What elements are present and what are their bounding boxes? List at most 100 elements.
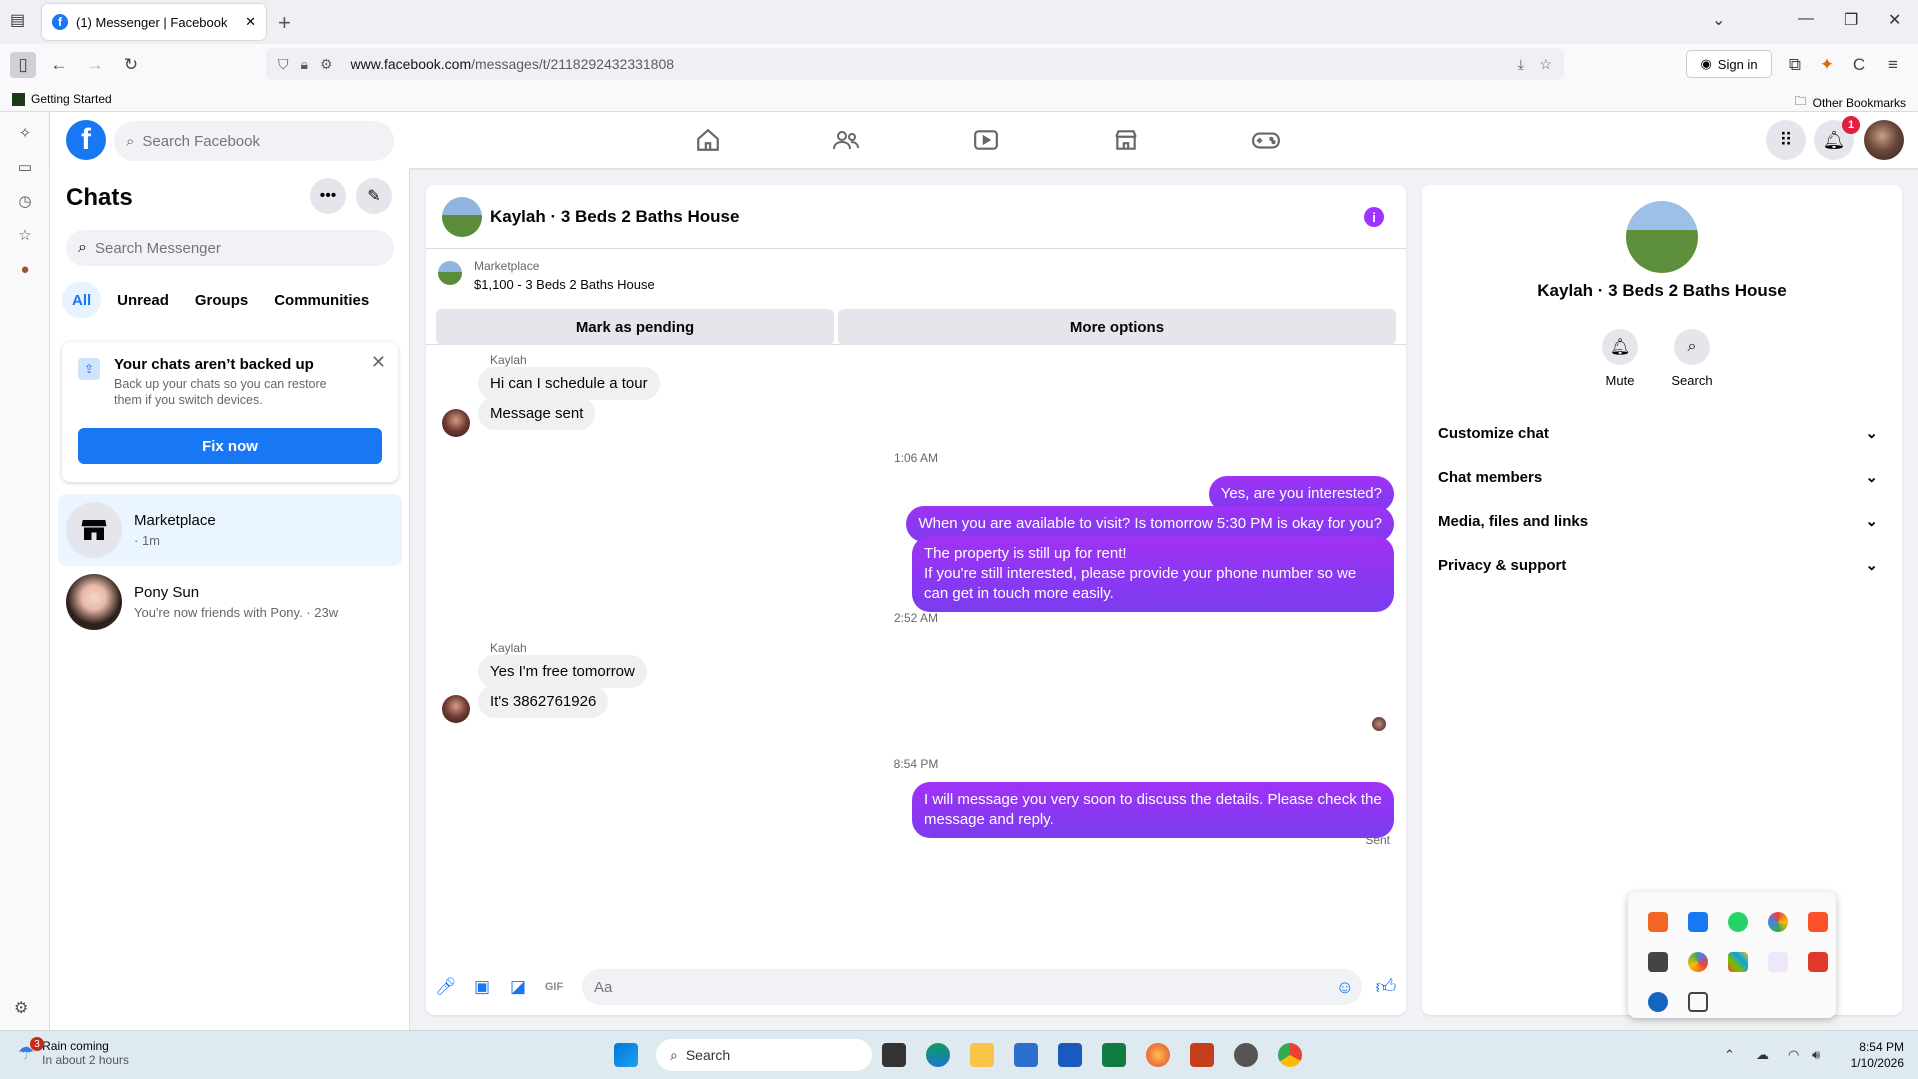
section-media-files-links[interactable]: Media, files and links ⌄ xyxy=(1438,499,1886,543)
sticker-icon[interactable]: ◪ xyxy=(506,975,530,999)
close-tab-icon[interactable]: ✕ xyxy=(245,14,256,30)
extension-c-icon[interactable]: C xyxy=(1846,52,1872,78)
incoming-message[interactable]: It's 3862761926 xyxy=(478,685,609,718)
search-action[interactable]: ⌕ Search xyxy=(1662,329,1722,388)
new-tab-icon[interactable]: + xyxy=(278,10,291,36)
browser-tab[interactable]: f (1) Messenger | Facebook ✕ xyxy=(42,4,266,40)
whatsapp-icon[interactable] xyxy=(1728,912,1748,932)
chrome-icon[interactable] xyxy=(1278,1043,1302,1067)
mark-as-pending-button[interactable]: Mark as pending xyxy=(436,309,834,345)
tray-security-icon[interactable] xyxy=(1648,992,1668,1012)
shield-icon[interactable]: ⛉ xyxy=(278,56,289,73)
close-window-icon[interactable]: ✕ xyxy=(1888,10,1901,30)
avatar[interactable] xyxy=(442,197,482,237)
thumbs-up-icon[interactable]: 👍︎ xyxy=(1374,975,1398,999)
history-icon[interactable]: ◷ xyxy=(14,190,36,212)
mute-action[interactable]: 🔔︎ Mute xyxy=(1590,329,1650,388)
cookie-extension-icon[interactable]: ● xyxy=(14,258,36,280)
outgoing-message[interactable]: I will message you very soon to discuss … xyxy=(912,782,1394,838)
excel-icon[interactable] xyxy=(1102,1043,1126,1067)
friends-nav-icon[interactable] xyxy=(826,122,866,158)
info-icon[interactable]: i xyxy=(1364,207,1384,227)
filter-communities[interactable]: Communities xyxy=(264,282,379,318)
chevron-up-icon[interactable]: ⌃ xyxy=(1724,1047,1735,1063)
close-icon[interactable]: ✕ xyxy=(371,352,386,373)
synced-tabs-icon[interactable]: ▭ xyxy=(14,156,36,178)
outgoing-message[interactable]: The property is still up for rent! If yo… xyxy=(912,536,1394,612)
section-customize-chat[interactable]: Customize chat ⌄ xyxy=(1438,411,1886,455)
fix-now-button[interactable]: Fix now xyxy=(78,428,382,464)
app-icon[interactable] xyxy=(1234,1043,1258,1067)
tray-pen-icon[interactable] xyxy=(1768,952,1788,972)
tray-color-icon[interactable] xyxy=(1768,912,1788,932)
incoming-message[interactable]: Hi can I schedule a tour xyxy=(478,367,660,400)
tab-dropdown-icon[interactable]: ⌄ xyxy=(1712,10,1725,30)
permissions-icon[interactable]: ⚙ xyxy=(320,56,333,73)
gaming-nav-icon[interactable] xyxy=(1246,122,1286,158)
menu-grid-icon[interactable]: ⠿ xyxy=(1766,120,1806,160)
new-message-icon[interactable]: ✎ xyxy=(356,178,392,214)
restore-icon[interactable]: ❐ xyxy=(1844,10,1858,30)
messenger-search[interactable]: ⌕ xyxy=(66,230,394,266)
more-options-button[interactable]: More options xyxy=(838,309,1396,345)
forward-icon[interactable]: → xyxy=(82,52,108,78)
powerpoint-icon[interactable] xyxy=(1190,1043,1214,1067)
filter-all[interactable]: All xyxy=(62,282,102,318)
wifi-icon[interactable]: ◠ xyxy=(1788,1047,1799,1063)
url-bar[interactable]: ⛉ 🔒︎ ⚙ www.facebook.com/messages/t/21182… xyxy=(266,48,1564,80)
tray-info-icon[interactable] xyxy=(1688,912,1708,932)
marketplace-nav-icon[interactable] xyxy=(1106,122,1146,158)
photo-icon[interactable]: ▣ xyxy=(470,975,494,999)
extension-brave-icon[interactable]: ✦ xyxy=(1814,52,1840,78)
tab-list-icon[interactable]: ▤ xyxy=(10,10,25,30)
ai-chatbot-icon[interactable]: ✧ xyxy=(14,122,36,144)
chat-item-pony-sun[interactable]: Pony Sun You're now friends with Pony. ·… xyxy=(58,566,402,638)
sidebar-settings-icon[interactable]: ⚙ xyxy=(14,998,28,1018)
sign-in-button[interactable]: ◉ Sign in xyxy=(1686,50,1772,78)
minimize-icon[interactable]: — xyxy=(1798,10,1814,28)
section-privacy-support[interactable]: Privacy & support ⌄ xyxy=(1438,543,1886,587)
taskbar-search[interactable]: ⌕ Search xyxy=(656,1039,872,1071)
store-icon[interactable] xyxy=(1014,1043,1038,1067)
facebook-search[interactable]: ⌕ xyxy=(114,121,394,161)
avatar[interactable] xyxy=(1626,201,1698,273)
filter-groups[interactable]: Groups xyxy=(185,282,258,318)
edge-icon[interactable] xyxy=(926,1043,950,1067)
video-nav-icon[interactable] xyxy=(966,122,1006,158)
conversation-title[interactable]: Kaylah · 3 Beds 2 Baths House xyxy=(490,207,739,227)
facebook-search-input[interactable] xyxy=(142,132,343,150)
onedrive-icon[interactable]: ☁ xyxy=(1756,1047,1769,1063)
tray-pdf-icon[interactable] xyxy=(1808,952,1828,972)
message-input-wrapper[interactable]: ☺ xyxy=(582,969,1362,1005)
bookmark-getting-started[interactable]: Getting Started xyxy=(12,92,112,106)
filter-unread[interactable]: Unread xyxy=(107,282,179,318)
emoji-icon[interactable]: ☺ xyxy=(1336,977,1354,998)
lock-icon[interactable]: 🔒︎ xyxy=(301,56,308,73)
gif-icon[interactable]: GIF xyxy=(542,975,566,999)
profile-avatar[interactable] xyxy=(1864,120,1904,160)
bookmarks-icon[interactable]: ☆ xyxy=(14,224,36,246)
tray-device-icon[interactable] xyxy=(1688,992,1708,1012)
messenger-search-input[interactable] xyxy=(94,239,355,257)
tray-office-icon[interactable] xyxy=(1728,952,1748,972)
weather-widget[interactable]: ☂ 3 Rain coming In about 2 hours xyxy=(18,1037,129,1067)
brave-icon[interactable] xyxy=(1808,912,1828,932)
tray-usb-icon[interactable] xyxy=(1648,952,1668,972)
save-to-pocket-icon[interactable]: ⤓ xyxy=(1518,56,1524,73)
message-list[interactable]: Kaylah Hi can I schedule a tour Message … xyxy=(426,345,1406,955)
back-icon[interactable]: ← xyxy=(46,52,72,78)
menu-icon[interactable]: ≡ xyxy=(1880,52,1906,78)
clock[interactable]: 8:54 PM 1/10/2026 xyxy=(1851,1039,1904,1071)
firefox-icon[interactable] xyxy=(1146,1043,1170,1067)
incoming-message[interactable]: Message sent xyxy=(478,397,596,430)
chat-item-marketplace[interactable]: Marketplace · 1m xyxy=(58,494,402,566)
listing-title[interactable]: $1,100 - 3 Beds 2 Baths House xyxy=(474,277,655,292)
chats-options-icon[interactable]: ••• xyxy=(310,178,346,214)
file-explorer-icon[interactable] xyxy=(970,1043,994,1067)
word-icon[interactable] xyxy=(1058,1043,1082,1067)
message-input[interactable] xyxy=(594,978,1294,996)
section-chat-members[interactable]: Chat members ⌄ xyxy=(1438,455,1886,499)
reload-icon[interactable]: ↻ xyxy=(118,52,144,78)
microphone-icon[interactable]: 🎤︎ xyxy=(434,975,458,999)
sidebar-toggle-icon[interactable]: ▯ xyxy=(10,52,36,78)
